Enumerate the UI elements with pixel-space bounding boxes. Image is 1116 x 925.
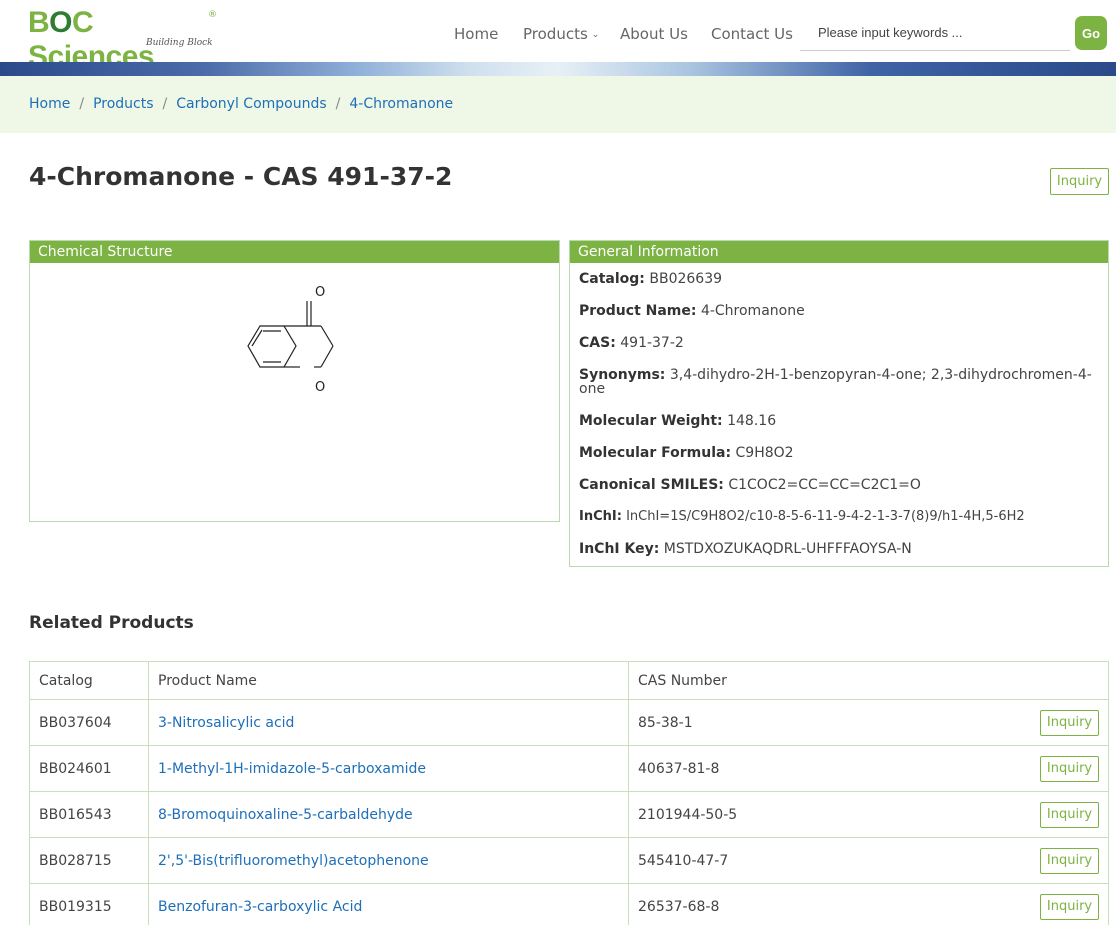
row-inquiry-button[interactable]: Inquiry — [1040, 710, 1099, 736]
cas-number: 545410-47-7 — [638, 852, 729, 869]
cell-catalog: BB024601 — [29, 745, 149, 792]
breadcrumb-separator: / — [79, 96, 85, 112]
site-logo[interactable]: BOC Sciences ® Building Block — [28, 6, 218, 73]
cell-cas-number: 26537-68-8 Inquiry — [628, 883, 1109, 925]
cell-catalog: BB016543 — [29, 791, 149, 838]
table-row: BB016543 8-Bromoquinoxaline-5-carbaldehy… — [29, 791, 1109, 838]
chemical-structure-image — [247, 301, 334, 368]
cell-cas-number: 545410-47-7 Inquiry — [628, 837, 1109, 884]
info-value: C9H8O2 — [735, 445, 794, 461]
chevron-down-icon: ⌄ — [591, 30, 600, 40]
info-value: 491-37-2 — [620, 335, 684, 351]
cell-product-name: 8-Bromoquinoxaline-5-carbaldehyde — [148, 791, 629, 838]
info-molecular-formula: Molecular Formula: C9H8O2 — [579, 446, 1099, 460]
row-inquiry-button[interactable]: Inquiry — [1040, 756, 1099, 782]
info-label: Product Name: — [579, 303, 697, 319]
cell-catalog: BB037604 — [29, 699, 149, 746]
cell-product-name: 2',5'-Bis(trifluoromethyl)acetophenone — [148, 837, 629, 884]
info-label: InChI Key: — [579, 541, 660, 557]
logo-registered-mark: ® — [208, 10, 217, 20]
inquiry-button[interactable]: Inquiry — [1050, 168, 1109, 195]
info-label: Molecular Formula: — [579, 445, 732, 461]
breadcrumb-separator: / — [162, 96, 168, 112]
breadcrumb-category[interactable]: Carbonyl Compounds — [176, 96, 326, 112]
product-link[interactable]: 3-Nitrosalicylic acid — [158, 715, 294, 731]
chemical-structure-panel: Chemical Structure O O — [29, 240, 560, 522]
table-row: BB024601 1-Methyl-1H-imidazole-5-carboxa… — [29, 745, 1109, 792]
row-inquiry-button[interactable]: Inquiry — [1040, 894, 1099, 920]
cell-cas-number: 40637-81-8 Inquiry — [628, 745, 1109, 792]
table-row: BB037604 3-Nitrosalicylic acid 85-38-1 In… — [29, 699, 1109, 746]
breadcrumb-separator: / — [335, 96, 341, 112]
breadcrumb-bar: Home / Products / Carbonyl Compounds / 4… — [0, 76, 1116, 133]
info-inchi-key: InChI Key: MSTDXOZUKAQDRL-UHFFFAOYSA-N — [579, 542, 1099, 556]
general-information-panel: General Information Catalog: BB026639 Pr… — [569, 240, 1109, 567]
breadcrumb-products[interactable]: Products — [93, 96, 153, 112]
info-value: MSTDXOZUKAQDRL-UHFFFAOYSA-N — [663, 541, 912, 557]
site-header: BOC Sciences ® Building Block Home Produ… — [0, 0, 1116, 73]
row-inquiry-button[interactable]: Inquiry — [1040, 848, 1099, 874]
table-row: BB028715 2',5'-Bis(trifluoromethyl)aceto… — [29, 837, 1109, 884]
related-products-heading: Related Products — [29, 613, 194, 633]
info-label: Molecular Weight: — [579, 413, 723, 429]
column-header-catalog: Catalog — [29, 661, 149, 700]
info-value: C1COC2=CC=CC=C2C1=O — [728, 477, 921, 493]
related-products-table: Catalog Product Name CAS Number BB037604… — [29, 661, 1109, 925]
nav-contact[interactable]: Contact Us — [711, 25, 793, 43]
column-header-product-name: Product Name — [148, 661, 629, 700]
general-information-heading: General Information — [570, 241, 1108, 263]
info-cas: CAS: 491-37-2 — [579, 336, 1099, 350]
info-inchi: InChI: InChI=1S/C9H8O2/c10-8-5-6-11-9-4-… — [579, 510, 1099, 524]
product-link[interactable]: 2',5'-Bis(trifluoromethyl)acetophenone — [158, 853, 429, 869]
cell-catalog: BB019315 — [29, 883, 149, 925]
info-canonical-smiles: Canonical SMILES: C1COC2=CC=CC=C2C1=O — [579, 478, 1099, 492]
cell-product-name: 3-Nitrosalicylic acid — [148, 699, 629, 746]
product-link[interactable]: 1-Methyl-1H-imidazole-5-carboxamide — [158, 761, 426, 777]
info-value: 148.16 — [727, 413, 777, 429]
breadcrumb-current[interactable]: 4-Chromanone — [349, 96, 453, 112]
nav-products[interactable]: Products ⌄ — [523, 25, 599, 43]
info-value: InChI=1S/C9H8O2/c10-8-5-6-11-9-4-2-1-3-7… — [626, 509, 1025, 524]
info-label: Catalog: — [579, 271, 645, 287]
cell-catalog: BB028715 — [29, 837, 149, 884]
product-link[interactable]: Benzofuran-3-carboxylic Acid — [158, 899, 362, 915]
info-value: 4-Chromanone — [700, 303, 805, 319]
info-catalog: Catalog: BB026639 — [579, 272, 1099, 286]
page-title: 4-Chromanone - CAS 491-37-2 — [29, 162, 453, 191]
info-value: BB026639 — [649, 271, 723, 287]
breadcrumb-home[interactable]: Home — [29, 96, 70, 112]
cas-number: 85-38-1 — [638, 714, 693, 731]
chemical-structure-heading: Chemical Structure — [30, 241, 559, 263]
ring-oxygen-label: O — [315, 380, 326, 395]
info-label: CAS: — [579, 335, 616, 351]
info-synonyms: Synonyms: 3,4-dihydro-2H-1-benzopyran-4-… — [579, 368, 1099, 396]
cell-cas-number: 85-38-1 Inquiry — [628, 699, 1109, 746]
column-header-cas-number: CAS Number — [628, 661, 1109, 700]
row-inquiry-button[interactable]: Inquiry — [1040, 802, 1099, 828]
info-label: Canonical SMILES: — [579, 477, 724, 493]
cas-number: 2101944-50-5 — [638, 806, 738, 823]
cell-cas-number: 2101944-50-5 Inquiry — [628, 791, 1109, 838]
cell-product-name: 1-Methyl-1H-imidazole-5-carboxamide — [148, 745, 629, 792]
search-input[interactable] — [800, 15, 1070, 51]
info-label: InChI: — [579, 509, 622, 524]
info-molecular-weight: Molecular Weight: 148.16 — [579, 414, 1099, 428]
breadcrumb: Home / Products / Carbonyl Compounds / 4… — [29, 96, 453, 112]
cas-number: 26537-68-8 — [638, 898, 720, 915]
cell-product-name: Benzofuran-3-carboxylic Acid — [148, 883, 629, 925]
product-link[interactable]: 8-Bromoquinoxaline-5-carbaldehyde — [158, 807, 413, 823]
carbonyl-oxygen-label: O — [315, 285, 326, 300]
table-header-row: Catalog Product Name CAS Number — [29, 661, 1109, 700]
logo-tagline: Building Block — [146, 38, 213, 48]
header-banner-image — [0, 62, 1116, 76]
search-go-button[interactable]: Go — [1075, 16, 1107, 50]
nav-products-label: Products — [523, 25, 588, 43]
nav-about[interactable]: About Us — [620, 25, 688, 43]
nav-home[interactable]: Home — [454, 25, 498, 43]
table-row: BB019315 Benzofuran-3-carboxylic Acid 26… — [29, 883, 1109, 925]
cas-number: 40637-81-8 — [638, 760, 720, 777]
info-product-name: Product Name: 4-Chromanone — [579, 304, 1099, 318]
